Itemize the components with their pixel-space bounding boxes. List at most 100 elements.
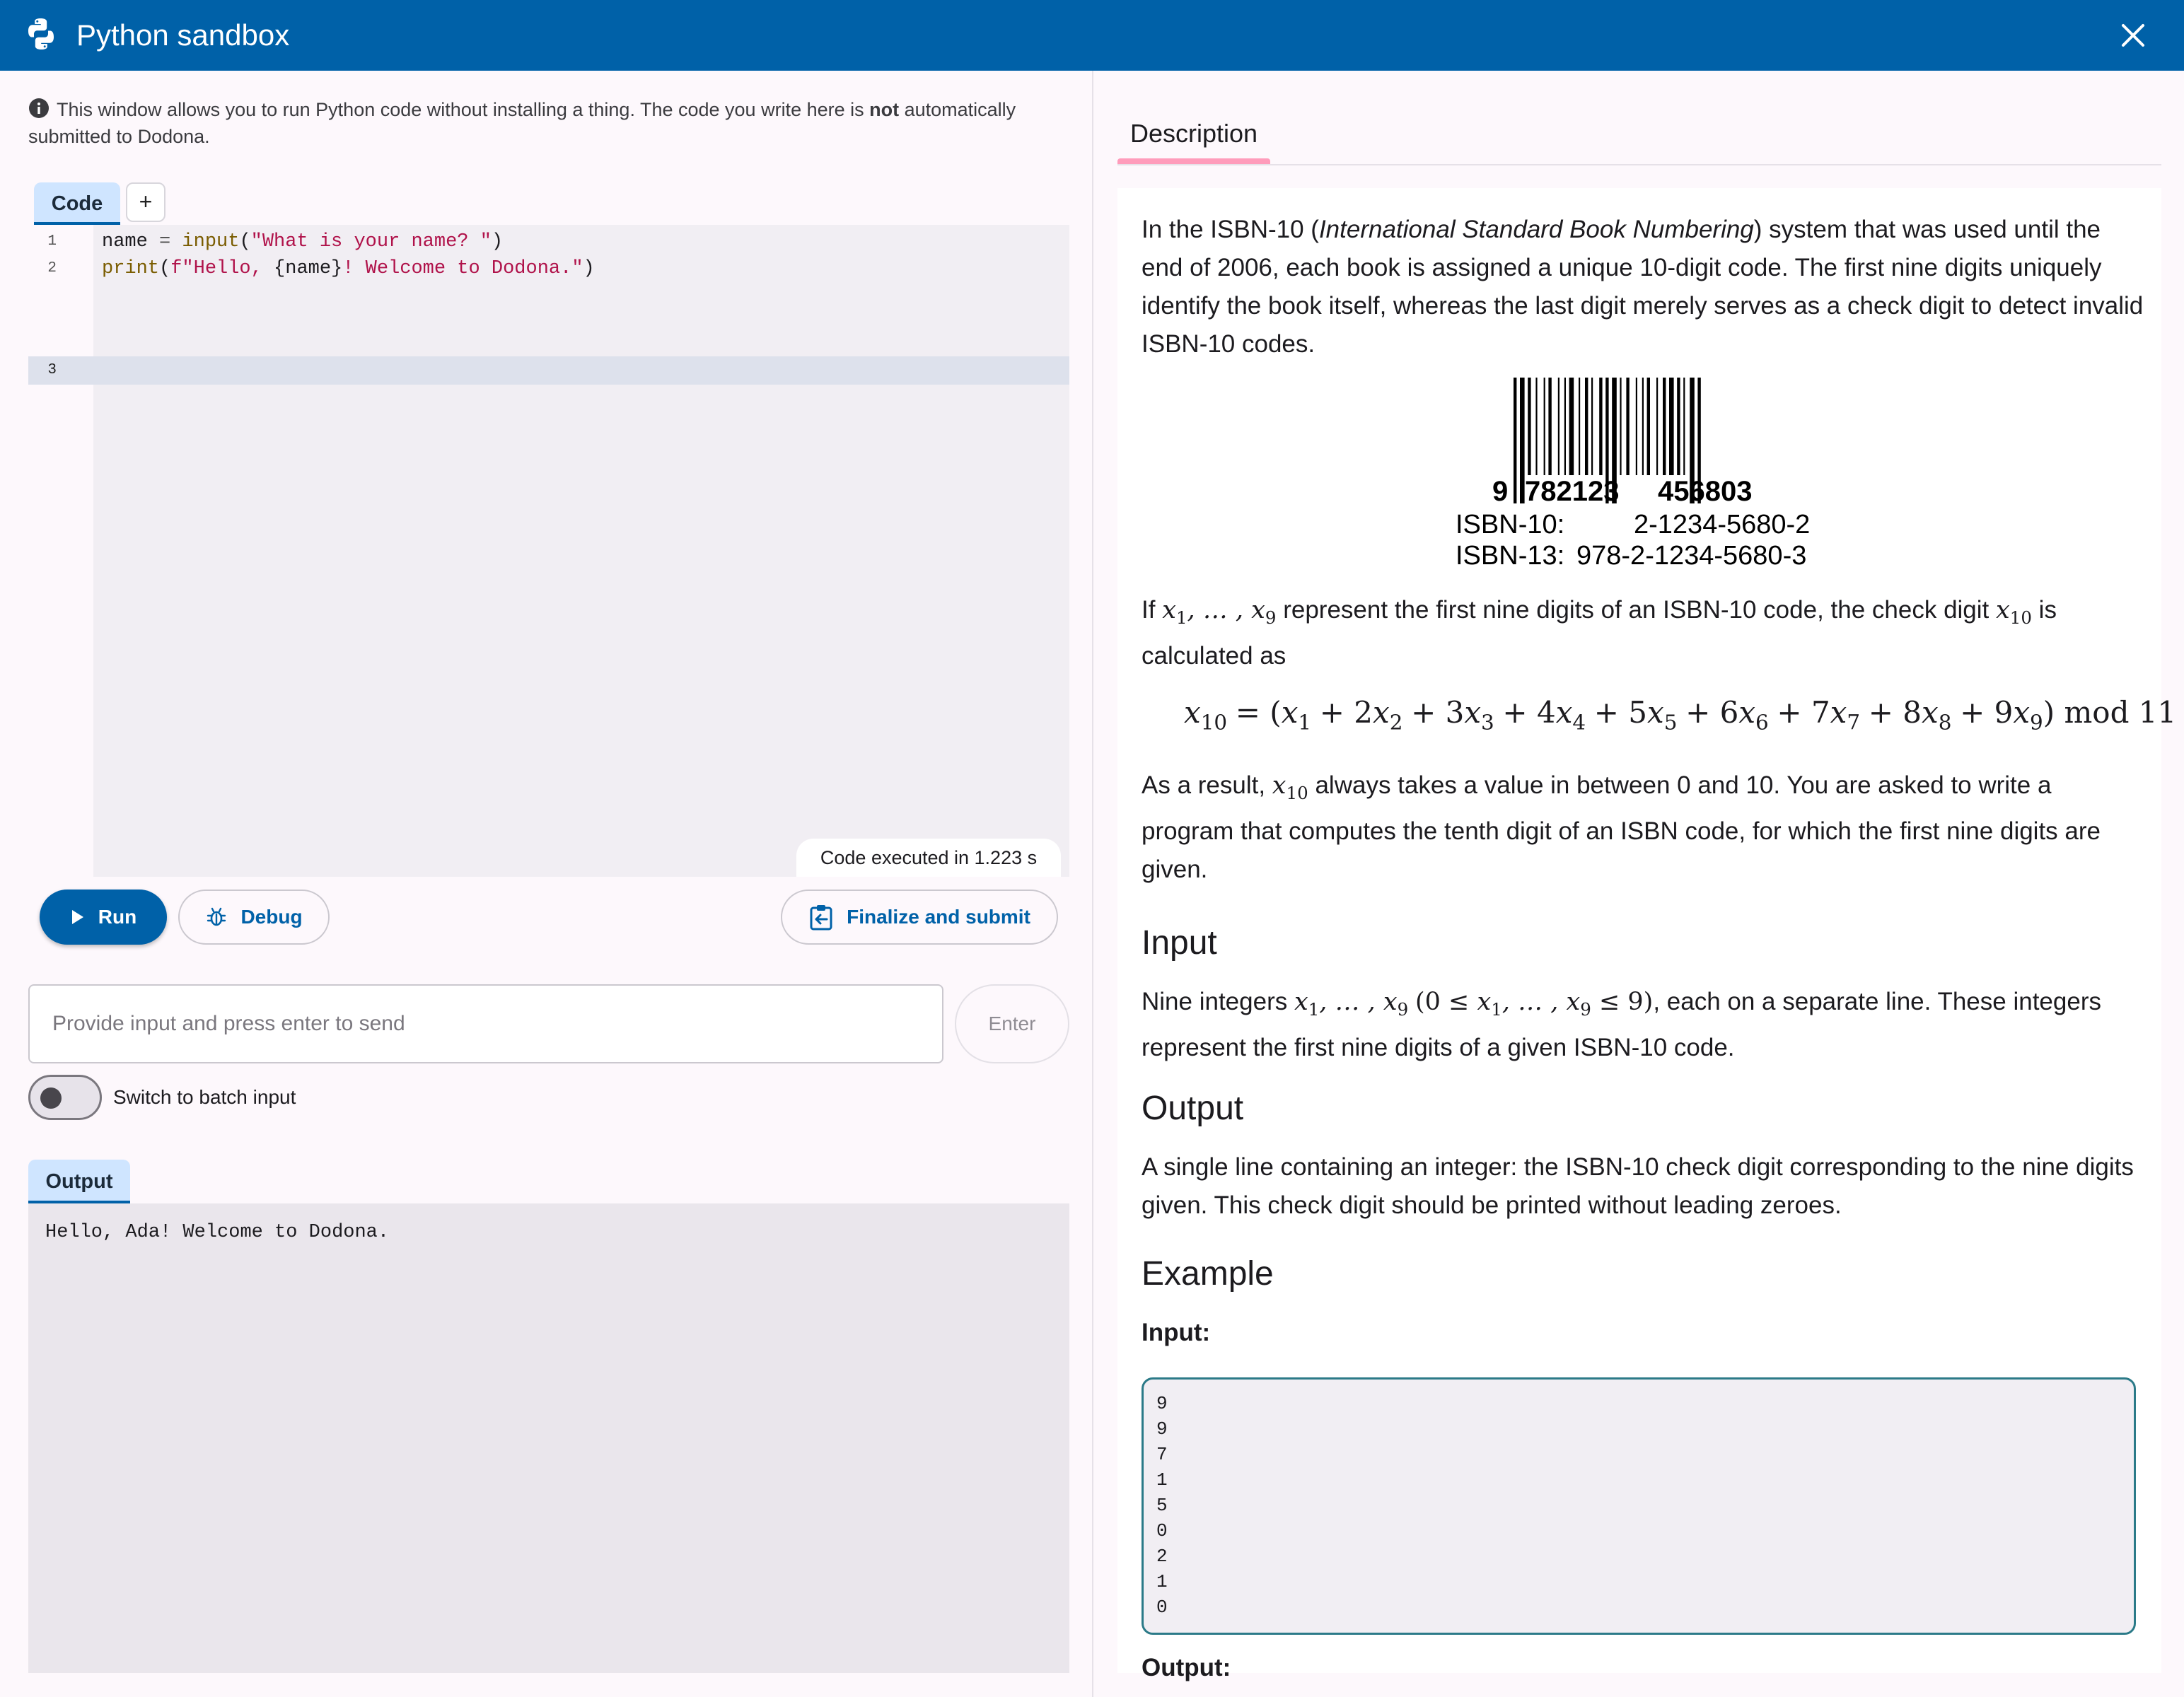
example-input-line: 9	[1156, 1418, 1168, 1440]
code-token: print	[102, 258, 160, 279]
title-bar: Python sandbox	[0, 0, 2184, 71]
code-token: {name}	[274, 258, 343, 279]
barcode-bar	[1669, 378, 1674, 475]
code-token: ! Welcome to Dodona."	[342, 258, 583, 279]
intro-paragraph: In the ISBN-10 (International Standard B…	[1142, 216, 2144, 358]
barcode-bar	[1677, 378, 1680, 475]
barcode-bar	[1591, 378, 1593, 475]
code-line-active[interactable]: 3	[28, 356, 1069, 385]
example-input-box[interactable]: 9 9 7 1 5 0 2 1 0	[1142, 1377, 2136, 1635]
notice-emphasis: not	[869, 99, 900, 120]
example-output-label: Output:	[1142, 1654, 1231, 1681]
enter-button[interactable]: Enter	[955, 984, 1069, 1063]
barcode-bar	[1535, 378, 1538, 475]
code-token: name	[102, 231, 148, 252]
barcode-bar	[1528, 378, 1531, 475]
finalize-submit-label: Finalize and submit	[847, 906, 1030, 928]
tab-description[interactable]: Description	[1117, 109, 1270, 165]
barcode-bar	[1585, 378, 1588, 475]
notice-text: This window allows you to run Python cod…	[57, 99, 870, 120]
code-token: )	[583, 258, 595, 279]
barcode-bar	[1520, 378, 1525, 503]
example-input-line: 1	[1156, 1571, 1168, 1592]
output-paragraph: A single line containing an integer: the…	[1142, 1153, 2134, 1219]
sandbox-panel: This window allows you to run Python cod…	[0, 71, 1092, 1697]
input-paragraph: Nine integers x1, … , x9 (0 ≤ x1, … , x9…	[1142, 988, 2101, 1061]
code-token: f"Hello,	[170, 258, 274, 279]
barcode-bar	[1626, 378, 1630, 475]
example-input-line: 0	[1156, 1520, 1168, 1541]
isbn10-value: 2-1234-5680-2	[1634, 510, 1810, 540]
code-token: )	[491, 231, 504, 252]
example-input-line: 7	[1156, 1444, 1168, 1465]
barcode-bar	[1620, 378, 1622, 475]
stdin-input[interactable]: Provide input and press enter to send	[28, 984, 943, 1063]
toggle-knob	[40, 1087, 62, 1109]
sandbox-notice: This window allows you to run Python cod…	[28, 96, 1075, 150]
check-digit-formula: x10 = (x1 + 2x2 + 3x3 + 4x4 + 5x5 + 6x6 …	[1184, 695, 2177, 735]
line-number-gutter	[28, 225, 93, 877]
line-number: 1	[47, 233, 57, 250]
example-input-line: 0	[1156, 1597, 1168, 1618]
isbn13-value: 978-2-1234-5680-3	[1576, 541, 1806, 570]
code-token: =	[147, 231, 182, 252]
barcode-bar	[1646, 378, 1650, 475]
example-input-line: 5	[1156, 1495, 1168, 1516]
code-token: input	[182, 231, 240, 252]
description-content: In the ISBN-10 (International Standard B…	[1117, 188, 2177, 1681]
batch-input-label: Switch to batch input	[113, 1086, 296, 1108]
example-heading: Example	[1142, 1255, 1274, 1293]
example-input-line: 1	[1156, 1469, 1168, 1491]
run-button-label: Run	[98, 906, 137, 928]
result-paragraph: As a result, x10 always takes a value in…	[1142, 771, 2101, 883]
code-editor[interactable]: 1 name = input("What is your name? ") 2 …	[28, 225, 1069, 877]
info-icon	[29, 98, 49, 118]
example-input-line: 2	[1156, 1546, 1168, 1567]
close-icon[interactable]	[2115, 17, 2151, 54]
barcode-image: 9 782123 456803 ISBN-10: 2-1234-5680-2 I…	[1453, 378, 1829, 570]
barcode-lead-digit: 9	[1492, 476, 1508, 507]
description-panel: Description In the ISBN-10 (Internationa…	[1093, 71, 2184, 1697]
finalize-submit-button[interactable]: Finalize and submit	[781, 890, 1058, 945]
batch-input-toggle[interactable]	[28, 1075, 102, 1120]
bug-icon	[207, 907, 226, 926]
debug-button-label: Debug	[240, 906, 303, 928]
barcode-bar	[1569, 378, 1574, 475]
tab-code[interactable]: Code	[34, 182, 120, 225]
barcode-bar	[1683, 378, 1685, 475]
line-number: 3	[47, 362, 57, 378]
barcode-group-1: 782123	[1525, 476, 1619, 507]
tab-indicator	[1117, 158, 1270, 164]
code-token: "What is your name? "	[250, 231, 492, 252]
example-input-label: Input:	[1142, 1319, 1211, 1346]
barcode-bar	[1514, 378, 1517, 503]
code-line[interactable]: 1 name = input("What is your name? ")	[28, 228, 1069, 256]
tab-output[interactable]: Output	[28, 1160, 130, 1203]
isbn13-label: ISBN-13:	[1456, 541, 1564, 570]
line-number: 2	[47, 260, 57, 276]
code-token: (	[159, 258, 171, 279]
barcode-bar	[1579, 378, 1581, 475]
debug-button[interactable]: Debug	[178, 890, 330, 945]
check-digit-paragraph: If x1, … , x9 represent the first nine d…	[1142, 596, 2057, 670]
add-tab-button[interactable]: +	[126, 182, 165, 222]
barcode-bar	[1557, 378, 1559, 475]
barcode-bar	[1635, 378, 1637, 475]
execution-status: Code executed in 1.223 s	[796, 839, 1061, 877]
output-console: Hello, Ada! Welcome to Dodona.	[28, 1203, 1069, 1673]
clipboard-arrow-icon	[810, 905, 832, 931]
isbn10-label: ISBN-10:	[1456, 510, 1564, 540]
play-icon	[71, 910, 83, 924]
barcode-bar	[1564, 378, 1566, 475]
barcode-bar	[1548, 378, 1552, 475]
barcode-bar	[1663, 378, 1666, 475]
run-button[interactable]: Run	[40, 890, 167, 945]
barcode-bar	[1599, 378, 1603, 475]
example-input-line: 9	[1156, 1393, 1168, 1414]
window-title: Python sandbox	[76, 18, 290, 52]
barcode-bar	[1543, 378, 1545, 475]
code-line[interactable]: 2 print(f"Hello, {name}! Welcome to Dodo…	[28, 255, 1069, 283]
barcode-bar	[1642, 378, 1644, 475]
input-heading: Input	[1142, 924, 1217, 962]
code-token: (	[239, 231, 251, 252]
